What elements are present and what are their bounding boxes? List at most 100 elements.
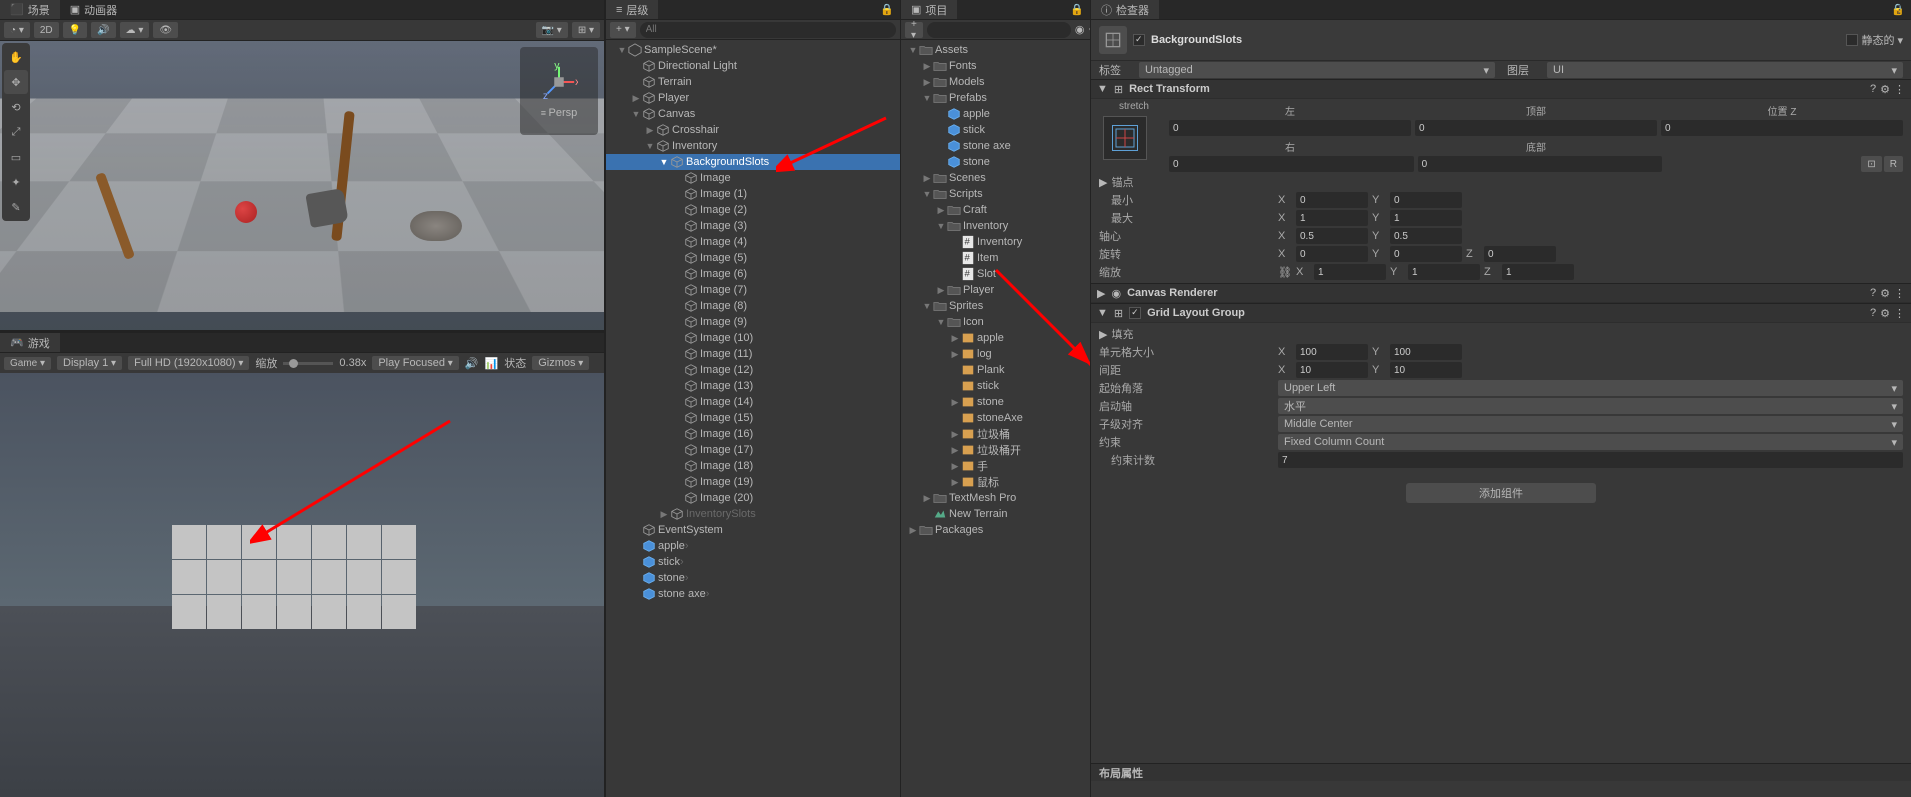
list-item[interactable]: stone axe› bbox=[606, 586, 900, 602]
list-item[interactable]: ▶stone bbox=[901, 394, 1090, 410]
project-search[interactable] bbox=[927, 22, 1071, 38]
lock-icon[interactable]: 🔒 bbox=[880, 3, 894, 16]
play-mode-dropdown[interactable]: Play Focused ▾ bbox=[372, 356, 458, 370]
pivot-x[interactable] bbox=[1296, 228, 1368, 244]
display-dropdown[interactable]: Display 1 ▾ bbox=[57, 356, 122, 370]
scene-shading-dropdown[interactable]: ◔ ▾ bbox=[4, 22, 30, 38]
foldout-icon[interactable]: ▶ bbox=[921, 493, 933, 504]
list-item[interactable]: ▼Prefabs bbox=[901, 90, 1090, 106]
spacing-y[interactable] bbox=[1390, 362, 1462, 378]
list-item[interactable]: Image (14) bbox=[606, 394, 900, 410]
component-enabled-checkbox[interactable] bbox=[1129, 307, 1141, 319]
cell-y[interactable] bbox=[1390, 344, 1462, 360]
canvas-renderer-header[interactable]: ▶ ◉ Canvas Renderer ?⚙⋮ bbox=[1091, 283, 1911, 303]
foldout-icon[interactable]: ▶ bbox=[949, 445, 961, 456]
list-item[interactable]: ▼Inventory bbox=[901, 218, 1090, 234]
game-view[interactable] bbox=[0, 373, 604, 797]
list-item[interactable]: #Inventory bbox=[901, 234, 1090, 250]
anchor-max-y[interactable] bbox=[1390, 210, 1462, 226]
bottom-field[interactable] bbox=[1418, 156, 1663, 172]
list-item[interactable]: ▼Canvas bbox=[606, 106, 900, 122]
list-item[interactable]: ▶鼠标 bbox=[901, 474, 1090, 490]
list-item[interactable]: Image bbox=[606, 170, 900, 186]
scale-z[interactable] bbox=[1502, 264, 1574, 280]
lock-icon[interactable]: 🔒 bbox=[1070, 3, 1084, 16]
menu-icon[interactable]: ⋮ bbox=[1894, 83, 1905, 96]
rect-transform-header[interactable]: ▼ ⊞ Rect Transform ?⚙⋮ bbox=[1091, 79, 1911, 99]
list-item[interactable]: stone axe bbox=[901, 138, 1090, 154]
foldout-icon[interactable]: ▶ bbox=[1099, 328, 1107, 341]
start-corner-dropdown[interactable]: Upper Left▾ bbox=[1278, 380, 1903, 396]
hierarchy-search[interactable] bbox=[640, 22, 896, 38]
foldout-icon[interactable]: ▶ bbox=[1099, 176, 1107, 189]
create-dropdown[interactable]: + ▾ bbox=[610, 22, 636, 38]
add-component-button[interactable]: 添加组件 bbox=[1406, 483, 1596, 503]
scene-object-apple[interactable] bbox=[235, 201, 257, 223]
foldout-icon[interactable]: ▶ bbox=[949, 477, 961, 488]
scene-fx-toggle[interactable]: ☁ ▾ bbox=[120, 22, 150, 38]
gameobject-icon[interactable] bbox=[1099, 26, 1127, 54]
scene-object-stone[interactable] bbox=[410, 211, 462, 241]
list-item[interactable]: ▶InventorySlots bbox=[606, 506, 900, 522]
child-align-dropdown[interactable]: Middle Center▾ bbox=[1278, 416, 1903, 432]
list-item[interactable]: ▼Assets bbox=[901, 42, 1090, 58]
help-icon[interactable]: ? bbox=[1870, 307, 1876, 320]
list-item[interactable]: ▶Player bbox=[901, 282, 1090, 298]
foldout-icon[interactable]: ▼ bbox=[935, 317, 947, 327]
foldout-icon[interactable]: ▶ bbox=[630, 93, 642, 104]
layout-properties-header[interactable]: 布局属性 bbox=[1091, 763, 1911, 781]
tab-hierarchy[interactable]: ≡ 层级 bbox=[606, 0, 658, 19]
scale-slider[interactable] bbox=[283, 362, 333, 365]
list-item[interactable]: Image (12) bbox=[606, 362, 900, 378]
list-item[interactable]: ▶手 bbox=[901, 458, 1090, 474]
top-field[interactable] bbox=[1415, 120, 1657, 136]
preset-icon[interactable]: ⚙ bbox=[1880, 287, 1890, 300]
list-item[interactable]: stick bbox=[901, 378, 1090, 394]
foldout-icon[interactable]: ▼ bbox=[921, 189, 933, 199]
anchor-max-x[interactable] bbox=[1296, 210, 1368, 226]
scale-x[interactable] bbox=[1314, 264, 1386, 280]
list-item[interactable]: Image (13) bbox=[606, 378, 900, 394]
foldout-icon[interactable]: ▶ bbox=[921, 77, 933, 88]
preset-icon[interactable]: ⚙ bbox=[1880, 83, 1890, 96]
list-item[interactable]: ▼Inventory bbox=[606, 138, 900, 154]
menu-icon[interactable]: ⋮ bbox=[1894, 307, 1905, 320]
list-item[interactable]: ▶垃圾桶 bbox=[901, 426, 1090, 442]
list-item[interactable]: ▶apple bbox=[901, 330, 1090, 346]
foldout-icon[interactable]: ▼ bbox=[644, 141, 656, 151]
list-item[interactable]: ▶Crosshair bbox=[606, 122, 900, 138]
list-item[interactable]: ▶Craft bbox=[901, 202, 1090, 218]
foldout-icon[interactable]: ▶ bbox=[921, 173, 933, 184]
menu-icon[interactable]: ⋮ bbox=[1894, 287, 1905, 300]
list-item[interactable]: New Terrain bbox=[901, 506, 1090, 522]
object-name-field[interactable]: BackgroundSlots bbox=[1151, 34, 1242, 46]
list-item[interactable]: Image (15) bbox=[606, 410, 900, 426]
list-item[interactable]: ▼BackgroundSlots bbox=[606, 154, 900, 170]
blueprint-mode-button[interactable]: ⊡ bbox=[1861, 156, 1881, 172]
create-dropdown[interactable]: + ▾ bbox=[905, 22, 923, 38]
tab-game[interactable]: 🎮 游戏 bbox=[0, 333, 60, 352]
list-item[interactable]: ▶Fonts bbox=[901, 58, 1090, 74]
foldout-icon[interactable]: ▼ bbox=[921, 93, 933, 103]
list-item[interactable]: Image (19) bbox=[606, 474, 900, 490]
tag-dropdown[interactable]: Untagged▾ bbox=[1139, 62, 1495, 78]
constraint-count-field[interactable] bbox=[1278, 452, 1903, 468]
list-item[interactable]: Image (9) bbox=[606, 314, 900, 330]
tool-custom[interactable]: ✎ bbox=[4, 195, 28, 219]
list-item[interactable]: Terrain bbox=[606, 74, 900, 90]
tool-move[interactable]: ✥ bbox=[4, 70, 28, 94]
list-item[interactable]: ▶Player bbox=[606, 90, 900, 106]
list-item[interactable]: ▶TextMesh Pro bbox=[901, 490, 1090, 506]
foldout-icon[interactable]: ▼ bbox=[630, 109, 642, 119]
scene-2d-toggle[interactable]: 2D bbox=[34, 22, 59, 38]
scene-view[interactable]: ✋ ✥ ⟲ ⤢ ▭ ✦ ✎ x y bbox=[0, 41, 604, 330]
pivot-y[interactable] bbox=[1390, 228, 1462, 244]
game-dropdown-menu[interactable]: Game ▾ bbox=[4, 357, 51, 370]
panel-menu-icon[interactable]: ⋮ bbox=[1894, 3, 1905, 16]
vsync-icon[interactable]: 📊 bbox=[485, 357, 499, 370]
scene-hidden-toggle[interactable]: 👁 bbox=[153, 22, 178, 38]
chevron-right-icon[interactable]: › bbox=[685, 572, 689, 584]
list-item[interactable]: #Slot bbox=[901, 266, 1090, 282]
list-item[interactable]: Image (5) bbox=[606, 250, 900, 266]
anchor-min-y[interactable] bbox=[1390, 192, 1462, 208]
